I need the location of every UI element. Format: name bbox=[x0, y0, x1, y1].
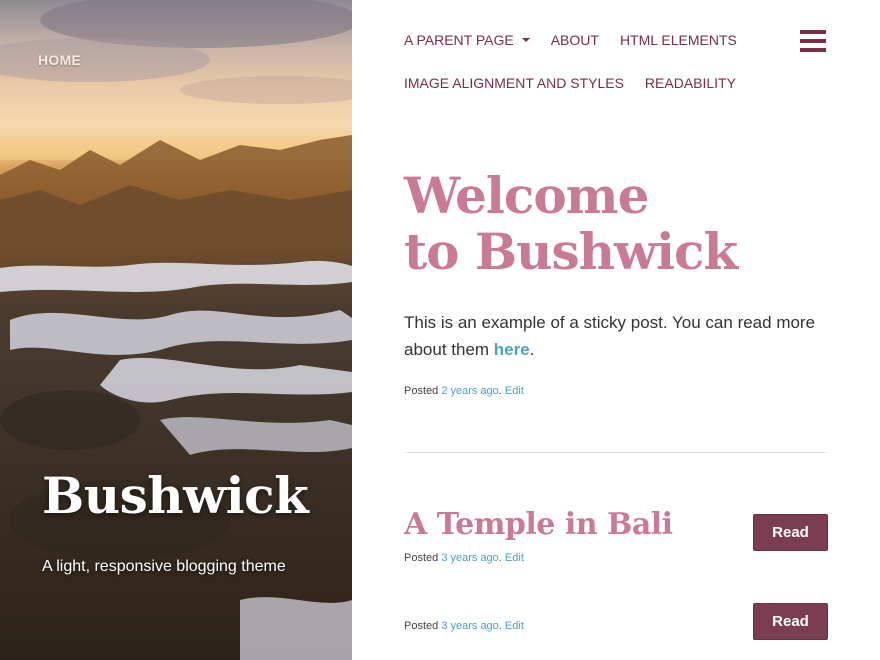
site-tagline: A light, responsive blogging theme bbox=[42, 558, 286, 575]
primary-navigation: A PARENT PAGE ABOUT HTML ELEMENTS IMAGE … bbox=[404, 30, 784, 93]
home-link[interactable]: HOME bbox=[38, 52, 81, 68]
hero-panel: HOME Bushwick A light, responsive bloggi… bbox=[0, 0, 352, 660]
nav-item-readability[interactable]: READABILITY bbox=[645, 75, 736, 91]
nav-item-image-alignment[interactable]: IMAGE ALIGNMENT AND STYLES bbox=[404, 75, 624, 91]
sticky-post-meta: Posted 2 years ago. Edit bbox=[404, 385, 524, 397]
meta-posted-label: Posted bbox=[404, 620, 439, 632]
post-meta: Posted 3 years ago. Edit bbox=[404, 620, 524, 632]
excerpt-period: . bbox=[529, 340, 535, 359]
nav-row-1: A PARENT PAGE ABOUT HTML ELEMENTS bbox=[404, 30, 784, 50]
meta-separator: . bbox=[498, 552, 502, 564]
read-button[interactable]: Read bbox=[753, 603, 828, 640]
site-title[interactable]: Bushwick bbox=[42, 466, 309, 525]
sticky-post-title[interactable]: Welcome to Bushwick bbox=[404, 168, 824, 280]
meta-time-link[interactable]: 2 years ago bbox=[441, 385, 498, 397]
post-title[interactable]: A Temple in Bali bbox=[404, 507, 673, 542]
meta-time-link[interactable]: 3 years ago bbox=[441, 620, 498, 632]
nav-item-label: A PARENT PAGE bbox=[404, 32, 514, 48]
meta-separator: . bbox=[498, 385, 502, 397]
meta-edit-link[interactable]: Edit bbox=[505, 552, 524, 564]
nav-item-html-elements[interactable]: HTML ELEMENTS bbox=[620, 32, 737, 48]
meta-posted-label: Posted bbox=[404, 552, 439, 564]
meta-time-link[interactable]: 3 years ago bbox=[441, 552, 498, 564]
menu-bar bbox=[800, 39, 826, 43]
read-button[interactable]: Read bbox=[753, 514, 828, 551]
menu-bar bbox=[800, 48, 826, 52]
post-divider bbox=[404, 452, 828, 453]
meta-separator: . bbox=[498, 620, 502, 632]
excerpt-text: This is an example of a sticky post. You… bbox=[404, 313, 816, 359]
nav-item-parent-page[interactable]: A PARENT PAGE bbox=[404, 32, 530, 48]
sticky-post-excerpt: This is an example of a sticky post. You… bbox=[404, 309, 834, 363]
sticky-post-title-line-2: to Bushwick bbox=[404, 222, 738, 281]
nav-row-2: IMAGE ALIGNMENT AND STYLES READABILITY bbox=[404, 73, 784, 93]
hamburger-menu-icon[interactable] bbox=[800, 30, 828, 52]
caret-down-icon bbox=[521, 38, 530, 42]
post-meta: Posted 3 years ago. Edit bbox=[404, 552, 524, 564]
sticky-post-title-line-1: Welcome bbox=[404, 166, 649, 225]
main-content: A PARENT PAGE ABOUT HTML ELEMENTS IMAGE … bbox=[352, 0, 880, 660]
nav-item-about[interactable]: ABOUT bbox=[551, 32, 599, 48]
meta-edit-link[interactable]: Edit bbox=[505, 385, 524, 397]
meta-posted-label: Posted bbox=[404, 385, 439, 397]
excerpt-here-link[interactable]: here bbox=[494, 340, 530, 359]
meta-edit-link[interactable]: Edit bbox=[505, 620, 524, 632]
menu-bar bbox=[800, 30, 826, 34]
